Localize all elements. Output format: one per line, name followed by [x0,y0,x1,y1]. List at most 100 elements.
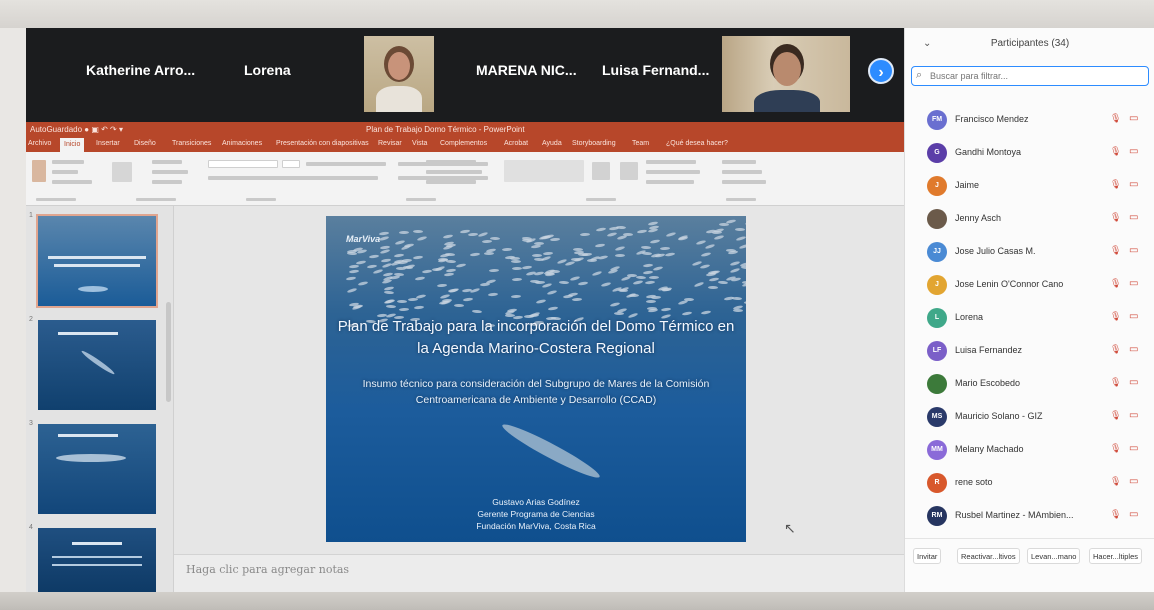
tab-home[interactable]: Inicio [60,138,85,152]
tab-team[interactable]: Team [632,140,649,147]
font-size-select[interactable] [282,160,300,168]
participant-row[interactable]: J Jaime 🎙 ▭ [905,174,1154,198]
new-slide-icon[interactable] [112,162,132,182]
participant-search[interactable]: ⌕ [911,66,1149,86]
video-off-icon[interactable]: ▭ [1129,410,1138,421]
tab-transitions[interactable]: Transiciones [172,140,211,147]
video-off-icon[interactable]: ▭ [1129,212,1138,223]
unmute-all-button[interactable]: Reactivar...ltivos [957,548,1020,564]
participant-video-tile[interactable] [364,36,434,112]
participant-row[interactable]: LF Luisa Fernandez 🎙 ▭ [905,339,1154,363]
quick-styles-icon[interactable] [620,162,638,180]
tab-acrobat[interactable]: Acrobat [504,140,528,147]
slide-thumbnail[interactable] [38,528,156,592]
mic-muted-icon[interactable]: 🎙 [1110,377,1121,388]
video-off-icon[interactable]: ▭ [1129,344,1138,355]
participant-row[interactable]: JJ Jose Julio Casas M. 🎙 ▭ [905,240,1154,264]
video-off-icon[interactable]: ▭ [1129,113,1138,124]
author-role: Gerente Programa de Ciencias [477,509,595,519]
tab-animations[interactable]: Animaciones [222,140,262,147]
fish-shape [622,232,633,236]
tab-design[interactable]: Diseño [134,140,156,147]
video-off-icon[interactable]: ▭ [1129,146,1138,157]
tab-file[interactable]: Archivo [28,140,51,147]
video-off-icon[interactable]: ▭ [1129,179,1138,190]
tab-review[interactable]: Revisar [378,140,402,147]
mic-muted-icon[interactable]: 🎙 [1110,311,1121,322]
current-slide[interactable]: MarViva Plan de Trabajo para la incorpor… [326,216,746,542]
tab-view[interactable]: Vista [412,140,427,147]
fish-shape [413,305,425,310]
gallery-tile-name[interactable]: Luisa Fernand... [602,62,709,78]
paste-icon[interactable] [32,160,46,182]
shapes-gallery[interactable] [504,160,584,182]
tab-insert[interactable]: Insertar [96,140,120,147]
video-off-icon[interactable]: ▭ [1129,443,1138,454]
participant-row[interactable]: G Gandhi Montoya 🎙 ▭ [905,141,1154,165]
search-input[interactable] [930,69,1140,83]
participant-row[interactable]: Jenny Asch 🎙 ▭ [905,207,1154,231]
mic-muted-icon[interactable]: 🎙 [1110,509,1121,520]
fish-shape [443,271,454,277]
gallery-tile-name[interactable]: Katherine Arro... [86,62,195,78]
fish-shape [488,268,499,273]
video-off-icon[interactable]: ▭ [1129,476,1138,487]
tell-me-box[interactable]: ¿Qué desea hacer? [666,140,728,147]
tab-addins[interactable]: Complementos [440,140,487,147]
video-off-icon[interactable]: ▭ [1129,245,1138,256]
mic-muted-icon[interactable]: 🎙 [1110,443,1121,454]
tab-slideshow[interactable]: Presentación con diapositivas [276,140,369,147]
participant-row[interactable]: RM Rusbel Martinez - MAmbien... 🎙 ▭ [905,504,1154,528]
video-off-icon[interactable]: ▭ [1129,377,1138,388]
gallery-tile-name[interactable]: Lorena [244,62,291,78]
mic-muted-icon[interactable]: 🎙 [1110,245,1121,256]
monitor-bezel-bottom [0,592,1154,610]
more-button[interactable]: Hacer...ltiples [1089,548,1143,564]
mic-muted-icon[interactable]: 🎙 [1110,476,1121,487]
notes-pane[interactable]: Haga clic para agregar notas [174,554,904,592]
font-family-select[interactable] [208,160,278,168]
participant-row[interactable]: MM Melany Machado 🎙 ▭ [905,438,1154,462]
video-off-icon[interactable]: ▭ [1129,509,1138,520]
fish-shape [615,225,626,229]
fish-shape [501,247,512,251]
video-off-icon[interactable]: ▭ [1129,311,1138,322]
fish-shape [546,289,557,296]
mic-muted-icon[interactable]: 🎙 [1110,146,1121,157]
participant-row[interactable]: FM Francisco Mendez 🎙 ▭ [905,108,1154,132]
mic-muted-icon[interactable]: 🎙 [1110,410,1121,421]
participant-name: Francisco Mendez [955,114,1029,124]
avatar: J [927,275,947,295]
invite-button[interactable]: Invitar [913,548,942,564]
participant-video-tile[interactable] [722,36,850,112]
fish-shape [684,297,695,301]
video-off-icon[interactable]: ▭ [1129,278,1138,289]
participant-row[interactable]: MS Mauricio Solano - GIZ 🎙 ▭ [905,405,1154,429]
slide-thumbnail[interactable] [38,424,156,514]
participant-row[interactable]: Mario Escobedo 🎙 ▭ [905,372,1154,396]
thumb-number: 2 [29,316,33,323]
fish-shape [511,259,522,264]
raise-hand-button[interactable]: Levan...mano [1027,548,1081,564]
mic-muted-icon[interactable]: 🎙 [1110,113,1121,124]
participants-panel: ⌄ Participantes (34) ⌕ FMFrancisco Mende… [904,28,1154,592]
slide-thumbnail[interactable] [36,214,158,308]
chevron-right-icon[interactable]: › [868,58,894,84]
ribbon-tabs: Archivo Inicio Insertar Diseño Transicio… [26,138,904,152]
fish-shape [471,309,482,313]
gallery-tile-name[interactable]: MARENA NIC... [476,62,577,78]
fish-shape [714,234,725,241]
mic-muted-icon[interactable]: 🎙 [1110,278,1121,289]
participant-row[interactable]: Rrene soto 🎙 ▭ [905,471,1154,495]
participant-row[interactable]: J Jose Lenin O'Connor Cano 🎙 ▭ [905,273,1154,297]
arrange-icon[interactable] [592,162,610,180]
mic-muted-icon[interactable]: 🎙 [1110,344,1121,355]
tab-help[interactable]: Ayuda [542,140,562,147]
thumbnails-scrollbar[interactable] [166,302,171,402]
fish-shape [699,264,710,270]
tab-storyboarding[interactable]: Storyboarding [572,140,616,147]
mic-muted-icon[interactable]: 🎙 [1110,179,1121,190]
slide-thumbnail[interactable] [38,320,156,410]
mic-muted-icon[interactable]: 🎙 [1110,212,1121,223]
participant-row[interactable]: L Lorena 🎙 ▭ [905,306,1154,330]
